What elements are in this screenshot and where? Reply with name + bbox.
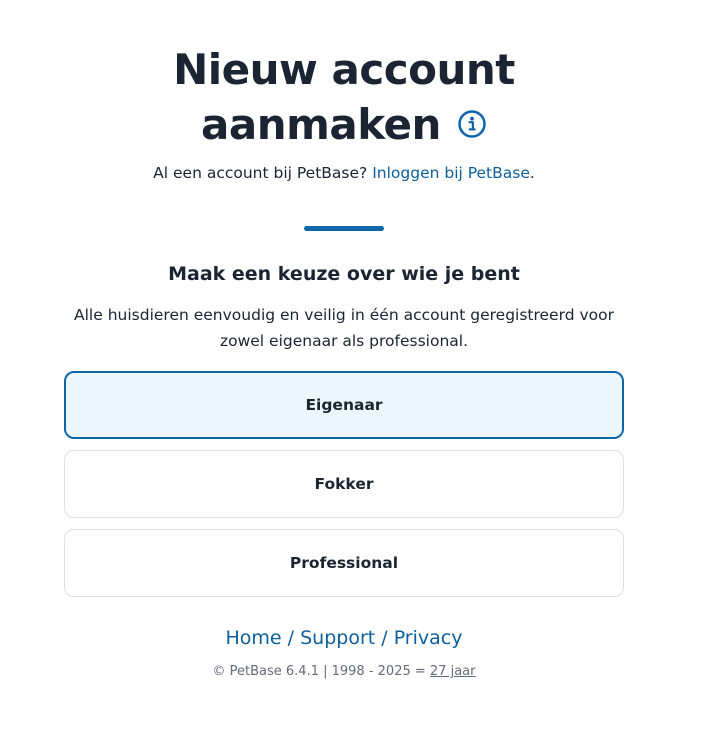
option-eigenaar-button[interactable]: Eigenaar xyxy=(64,371,624,439)
years-link[interactable]: 27 jaar xyxy=(430,664,476,679)
choice-heading: Maak een keuze over wie je bent xyxy=(168,263,520,285)
footer-link-home[interactable]: Home xyxy=(226,627,282,649)
footer-separator: / xyxy=(375,627,394,649)
option-fokker-button[interactable]: Fokker xyxy=(64,450,624,518)
copyright-text: © PetBase 6.4.1 | 1998 - 2025 = xyxy=(212,664,430,679)
login-prompt-text: Al een account bij PetBase? xyxy=(153,164,373,182)
info-circle-icon[interactable] xyxy=(457,97,487,152)
title-line-2: aanmaken xyxy=(0,97,688,155)
login-prompt: Al een account bij PetBase? Inloggen bij… xyxy=(0,163,688,183)
footer-separator: / xyxy=(281,627,301,649)
signup-page: Nieuw account aanmaken Al een account bi… xyxy=(0,0,710,732)
title-line-2-text: aanmaken xyxy=(201,100,441,149)
choice-description: Alle huisdieren eenvoudig en veilig in é… xyxy=(74,306,614,350)
footer-links: Home / Support / Privacy xyxy=(0,625,688,651)
copyright: © PetBase 6.4.1 | 1998 - 2025 = 27 jaar xyxy=(0,663,688,681)
option-professional-button[interactable]: Professional xyxy=(64,529,624,597)
login-link[interactable]: Inloggen bij PetBase xyxy=(372,164,530,182)
title-line-1: Nieuw account xyxy=(173,45,515,94)
section-divider xyxy=(304,226,384,231)
footer-link-support[interactable]: Support xyxy=(300,627,375,649)
footer-link-privacy[interactable]: Privacy xyxy=(394,627,463,649)
login-prompt-suffix: . xyxy=(529,164,535,182)
page-title: Nieuw account aanmaken xyxy=(0,42,688,155)
